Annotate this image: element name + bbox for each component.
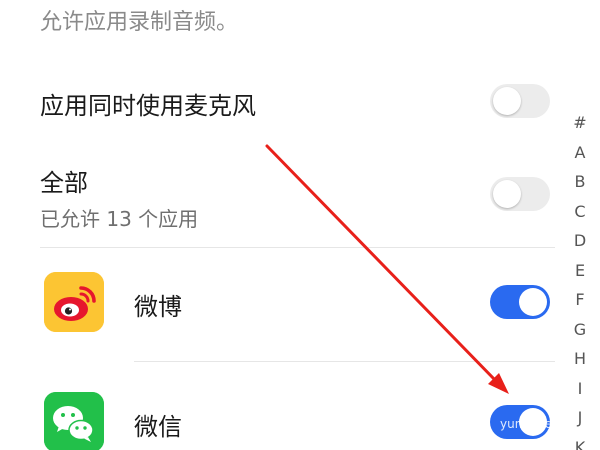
toggle-knob bbox=[493, 87, 521, 115]
alpha-index-g[interactable]: G bbox=[568, 315, 592, 345]
watermark: yunlu.net bbox=[500, 417, 557, 431]
toggle-knob bbox=[493, 180, 521, 208]
simultaneous-mic-toggle[interactable] bbox=[490, 84, 550, 118]
weibo-icon bbox=[44, 272, 104, 332]
alpha-index-f[interactable]: F bbox=[568, 285, 592, 315]
wechat-icon bbox=[44, 392, 104, 450]
permission-description: 允许应用录制音频。 bbox=[40, 10, 239, 35]
alpha-index-i[interactable]: I bbox=[568, 374, 592, 404]
alpha-index-b[interactable]: B bbox=[568, 167, 592, 197]
alpha-index-e[interactable]: E bbox=[568, 256, 592, 286]
setting-label: 全部 bbox=[40, 169, 88, 197]
alpha-index-d[interactable]: D bbox=[568, 226, 592, 256]
alpha-index-hash[interactable]: # bbox=[568, 108, 592, 138]
alpha-index-j[interactable]: J bbox=[568, 403, 592, 433]
alpha-index-a[interactable]: A bbox=[568, 138, 592, 168]
alphabet-index[interactable]: # A B C D E F G H I J K bbox=[568, 108, 592, 450]
app-name: 微博 bbox=[134, 293, 182, 321]
all-apps-toggle[interactable] bbox=[490, 177, 550, 211]
setting-label: 应用同时使用麦克风 bbox=[40, 92, 256, 120]
weibo-toggle[interactable] bbox=[490, 285, 550, 319]
alpha-index-h[interactable]: H bbox=[568, 344, 592, 374]
toggle-knob bbox=[519, 288, 547, 316]
app-name: 微信 bbox=[134, 413, 182, 441]
divider bbox=[40, 247, 555, 248]
app-permission-screen: 允许应用录制音频。 应用同时使用麦克风 全部 已允许 13 个应用 微博 微信 … bbox=[0, 0, 600, 450]
allowed-count: 已允许 13 个应用 bbox=[40, 207, 199, 231]
divider bbox=[134, 361, 555, 362]
arrow-head bbox=[488, 373, 509, 394]
arrow-shaft bbox=[265, 144, 499, 384]
alpha-index-c[interactable]: C bbox=[568, 197, 592, 227]
alpha-index-k[interactable]: K bbox=[568, 433, 592, 450]
